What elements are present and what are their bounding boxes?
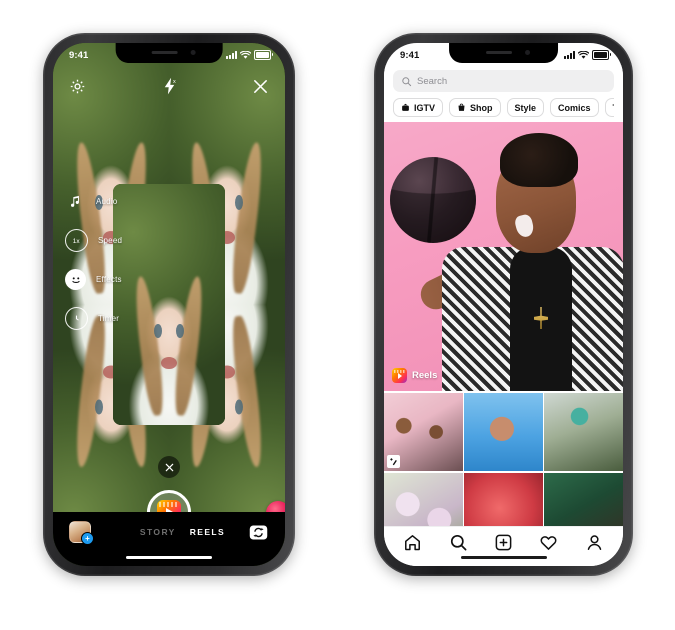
device-notch	[448, 43, 559, 63]
chip-style[interactable]: Style	[506, 98, 545, 117]
chip-igtv[interactable]: IGTV	[393, 98, 444, 117]
chip-label: IGTV	[414, 102, 436, 113]
dismiss-effect-button[interactable]	[158, 456, 180, 478]
music-note-icon	[65, 191, 86, 212]
left-phone-device: 9:41 x Audio 1x Speed Effects Timer + ST…	[43, 33, 295, 576]
side-menu-item-timer[interactable]: Timer	[65, 307, 122, 330]
camera-side-menu: Audio 1x Speed Effects Timer	[65, 191, 122, 330]
reels-tag-icon	[387, 455, 400, 469]
reels-icon	[392, 368, 407, 383]
signal-bars-icon	[564, 51, 575, 59]
side-menu-label: Audio	[96, 197, 118, 206]
chip-comics[interactable]: Comics	[550, 98, 599, 117]
tab-profile[interactable]	[585, 533, 604, 552]
explore-feed: Reels	[384, 121, 623, 526]
speed-1x-icon: 1x	[65, 229, 88, 252]
gallery-thumbnail[interactable]: +	[69, 521, 94, 545]
reels-hero-post[interactable]: Reels	[384, 121, 623, 391]
profile-icon	[587, 535, 602, 550]
search-icon	[450, 534, 467, 551]
bottom-tab-bar	[384, 526, 623, 566]
basketball-graphic	[390, 157, 476, 243]
tab-search[interactable]	[449, 533, 468, 552]
grid-post-3[interactable]	[544, 392, 623, 472]
side-menu-label: Timer	[98, 314, 120, 323]
heart-activity-icon	[540, 536, 557, 551]
reels-badge-label: Reels	[412, 370, 438, 381]
right-phone-screen: Reels Search IGTV Shop Style Comics 9:41	[384, 43, 623, 566]
side-menu-item-effects[interactable]: Effects	[65, 269, 122, 290]
smiley-effects-icon	[65, 269, 86, 290]
search-bar[interactable]: Search	[393, 70, 614, 92]
igtv-icon	[402, 103, 409, 111]
side-menu-item-speed[interactable]: 1x Speed	[65, 229, 122, 252]
tab-home[interactable]	[403, 533, 422, 552]
settings-icon[interactable]	[69, 78, 86, 95]
mode-tab-reels[interactable]: REELS	[190, 527, 225, 537]
wifi-icon	[578, 50, 589, 59]
flash-off-icon[interactable]: x	[161, 77, 178, 96]
close-icon[interactable]	[252, 78, 269, 95]
side-menu-label: Effects	[96, 275, 122, 284]
add-badge: +	[81, 532, 94, 545]
svg-text:1x: 1x	[73, 238, 81, 245]
home-indicator	[126, 555, 212, 559]
tab-activity[interactable]	[539, 533, 558, 552]
signal-bars-icon	[226, 51, 237, 59]
reels-badge: Reels	[392, 368, 437, 383]
capture-mode-tabs: STORY REELS	[140, 527, 225, 537]
side-menu-item-audio[interactable]: Audio	[65, 191, 122, 212]
mode-tab-story[interactable]: STORY	[140, 527, 176, 537]
chip-shop[interactable]: Shop	[449, 98, 501, 117]
chip-label: Shop	[470, 102, 493, 113]
search-icon	[402, 76, 412, 86]
chip-tv-movies[interactable]: TV & Movies	[604, 98, 614, 117]
explore-grid	[384, 392, 623, 526]
battery-icon	[592, 50, 611, 60]
grid-post-4[interactable]	[384, 472, 463, 526]
hair-graphic	[500, 133, 578, 187]
chip-label: TV & Movies	[613, 103, 614, 113]
left-phone-screen: 9:41 x Audio 1x Speed Effects Timer + ST…	[53, 43, 285, 566]
add-post-icon	[495, 534, 512, 551]
home-icon	[405, 535, 421, 551]
grid-post-6[interactable]	[544, 472, 623, 526]
grid-post-5[interactable]	[464, 472, 543, 526]
camera-top-controls: x	[53, 69, 285, 103]
side-menu-label: Speed	[98, 236, 123, 245]
battery-icon	[254, 50, 273, 60]
grid-post-1[interactable]	[384, 392, 463, 472]
flip-camera-icon[interactable]	[248, 522, 269, 543]
home-indicator	[460, 555, 547, 559]
chip-label: Comics	[558, 102, 591, 113]
tab-add-post[interactable]	[494, 533, 513, 552]
chip-label: Style	[514, 102, 537, 113]
center-face-tile	[113, 184, 225, 425]
category-chip-row: IGTV Shop Style Comics TV & Movies	[393, 98, 614, 122]
status-time: 9:41	[400, 49, 420, 61]
wifi-icon	[240, 50, 251, 59]
search-placeholder: Search	[417, 75, 448, 87]
right-phone-device: Reels Search IGTV Shop Style Comics 9:41	[374, 33, 633, 576]
explore-header: Search IGTV Shop Style Comics	[384, 65, 623, 122]
grid-post-2[interactable]	[464, 392, 543, 472]
status-time: 9:41	[69, 49, 89, 61]
device-notch	[115, 43, 223, 63]
svg-text:x: x	[173, 78, 176, 84]
timer-icon	[65, 307, 88, 330]
shop-bag-icon	[458, 103, 465, 111]
